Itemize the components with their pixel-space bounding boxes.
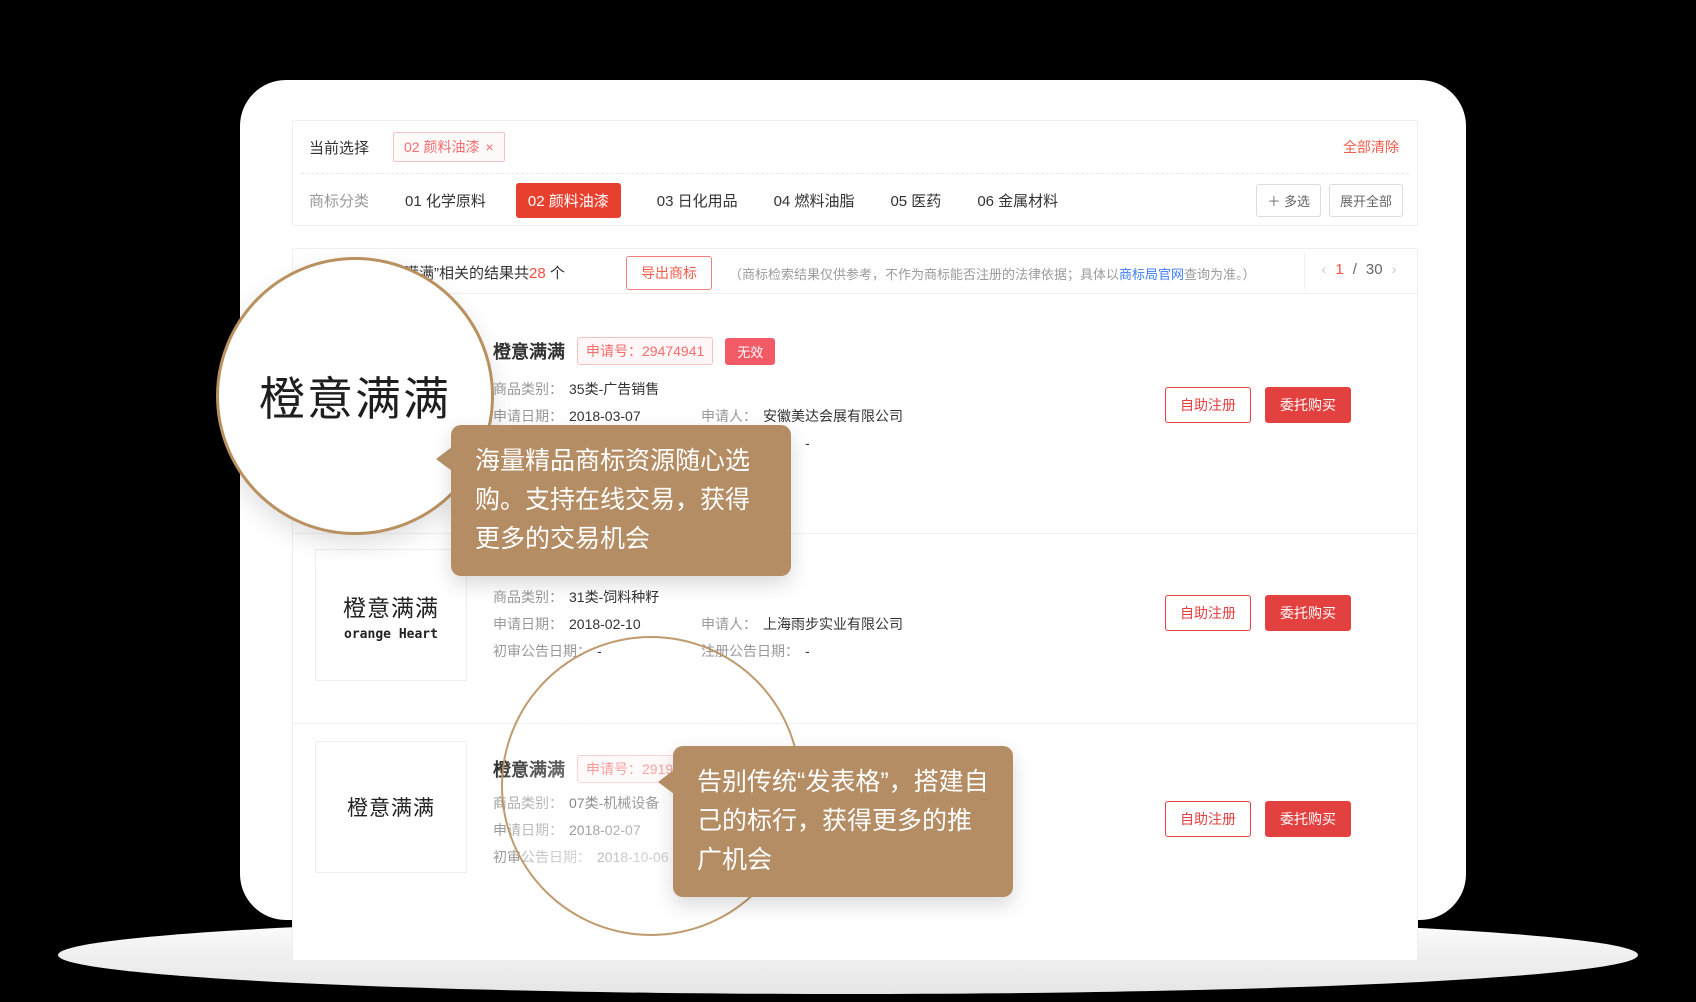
multi-select-button[interactable]: ＋ 多选 [1256,184,1321,217]
goods-category: 商品类别：31类-饲料种籽 [493,587,659,607]
entrust-buy-button[interactable]: 委托购买 [1265,801,1351,837]
trademark-title-row: 橙意满满 申请号：29474941 无效 [493,337,775,365]
entrust-buy-button[interactable]: 委托购买 [1265,595,1351,631]
category-item-04[interactable]: 04 燃料油脂 [774,190,855,211]
page-separator: / [1353,261,1357,278]
entrust-buy-button[interactable]: 委托购买 [1265,387,1351,423]
category-item-06[interactable]: 06 金属材料 [977,190,1058,211]
total-pages: 30 [1366,261,1383,278]
magnified-trademark-text: 橙意满满 [259,363,451,429]
applicant: 申请人：上海雨步实业有限公司 [701,614,903,634]
apply-date: 申请日期：2018-02-10 [493,614,641,634]
category-item-03[interactable]: 03 日化用品 [657,190,738,211]
selected-filter-tag-text: 02 颜料油漆 [404,137,479,157]
filter-panel: 当前选择 02 颜料油漆 × 全部清除 商标分类 01 化学原料 02 颜料油漆… [292,120,1418,226]
callout-arrow [436,447,452,471]
divider [293,293,1417,294]
trademark-thumbnail[interactable]: 橙意满满 orange Heart [315,549,467,681]
trademark-thumbnail[interactable]: 橙意满满 [315,741,467,873]
category-item-01[interactable]: 01 化学原料 [405,190,486,211]
trademark-office-link[interactable]: 商标局官网 [1119,267,1184,282]
callout-arrow [658,770,674,794]
category-row: 商标分类 01 化学原料 02 颜料油漆 03 日化用品 04 燃料油脂 05 … [293,174,1417,226]
export-trademark-button[interactable]: 导出商标 [626,256,712,290]
results-count: 28 [529,265,546,282]
category-label: 商标分类 [309,190,369,211]
trademark-name[interactable]: 橙意满满 [493,338,565,364]
remove-tag-icon[interactable]: × [485,139,493,155]
selected-filter-tag[interactable]: 02 颜料油漆 × [393,132,505,162]
current-selection-row: 当前选择 02 颜料油漆 × 全部清除 [293,121,1417,173]
current-page: 1 [1335,261,1343,278]
current-selection-label: 当前选择 [309,137,369,158]
disclaimer-text: （商标检索结果仅供参考，不作为商标能否注册的法律依据；具体以商标局官网查询为准。… [729,264,1256,283]
category-item-02-selected[interactable]: 02 颜料油漆 [516,183,621,218]
next-page-icon[interactable]: › [1392,261,1397,278]
expand-all-button[interactable]: 展开全部 [1329,184,1403,217]
thumbnail-subtext: orange Heart [344,627,438,642]
pagination: ‹ 1 / 30 › [1309,261,1409,278]
divider [1304,253,1305,289]
status-badge: 无效 [725,338,775,365]
clear-all-button[interactable]: 全部清除 [1343,137,1399,157]
category-item-05[interactable]: 05 医药 [890,190,941,211]
self-register-button[interactable]: 自助注册 [1165,595,1251,631]
results-header: 共检索到“橙意满满”相关的结果共28 个 导出商标 （商标检索结果仅供参考，不作… [293,249,1417,293]
stage: 当前选择 02 颜料油漆 × 全部清除 商标分类 01 化学原料 02 颜料油漆… [0,0,1696,1002]
self-register-button[interactable]: 自助注册 [1165,801,1251,837]
goods-category: 商品类别：35类-广告销售 [493,379,659,399]
apply-date: 申请日期：2018-03-07 [493,406,641,426]
applicant: 申请人：安徽美达会展有限公司 [701,406,903,426]
application-number-chip: 申请号：29474941 [577,337,713,365]
callout-marketplace: 海量精品商标资源随心选购。支持在线交易，获得更多的交易机会 [451,425,791,576]
callout-promotion: 告别传统“发表格”，搭建自己的标行，获得更多的推广机会 [673,746,1013,897]
self-register-button[interactable]: 自助注册 [1165,387,1251,423]
divider [293,723,1417,724]
prev-page-icon[interactable]: ‹ [1321,261,1326,278]
